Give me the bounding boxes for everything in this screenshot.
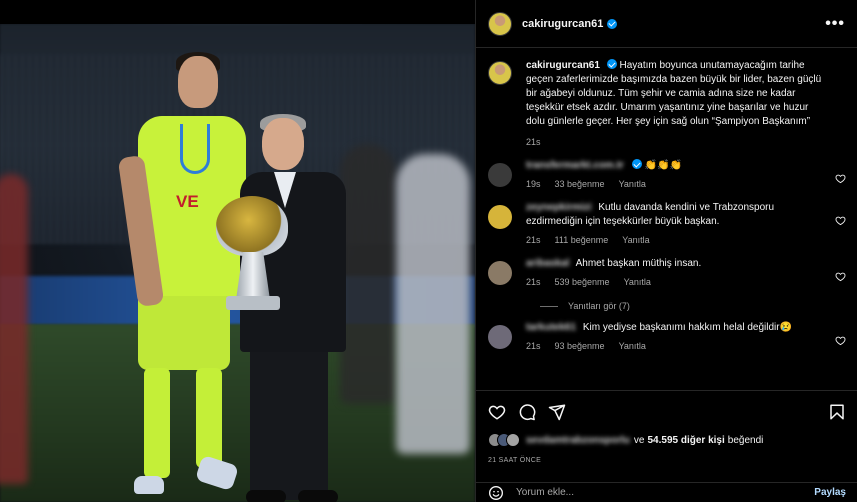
president-head [262, 118, 304, 170]
post-side-panel: cakirugurcan61 ••• cakirugurcan61 Hayatı… [475, 0, 857, 502]
jersey-sponsor-text: VE [176, 192, 199, 211]
commenter-username[interactable]: tarkutek61 [526, 322, 576, 333]
comment-likes[interactable]: 111 beğenme [555, 233, 609, 247]
comment-time[interactable]: 21s [526, 339, 541, 353]
reply-button[interactable]: Yanıtla [624, 275, 651, 289]
caption-time[interactable]: 21s [526, 135, 826, 149]
comment-time[interactable]: 21s [526, 233, 541, 247]
comment-text: Ahmet başkan müthiş insan. [575, 258, 702, 269]
comment-text: Kim yediyse başkanımı hakkım helal değil… [582, 322, 793, 333]
comment-time[interactable]: 21s [526, 275, 541, 289]
liker-avatar [506, 433, 520, 447]
likes-suffix: beğendi [727, 434, 764, 446]
comment-item: aribaskal Ahmet başkan müthiş insan. 21s… [488, 257, 846, 289]
president-shoe [298, 490, 338, 502]
replies-divider [540, 305, 558, 307]
caption-author-avatar[interactable] [488, 61, 512, 85]
president-trousers [250, 350, 328, 500]
comment-item: tarkutek61 Kim yediyse başkanımı hakkım … [488, 321, 846, 353]
comment-time[interactable]: 19s [526, 177, 541, 191]
add-comment-bar: Yorum ekle... Paylaş [476, 482, 857, 502]
comment-bubble-icon[interactable] [518, 403, 536, 421]
emoji-icon[interactable] [488, 485, 504, 501]
comment-likes[interactable]: 33 beğenme [555, 177, 605, 191]
post-header: cakirugurcan61 ••• [476, 0, 857, 48]
comment-text: 👏👏👏 [644, 160, 682, 171]
medal-lanyard [180, 124, 210, 174]
post-comment-button[interactable]: Paylaş [814, 487, 846, 498]
comment-likes[interactable]: 93 beğenme [555, 339, 605, 353]
post-caption: cakirugurcan61 Hayatım boyunca unutamaya… [488, 59, 846, 149]
comment-likes[interactable]: 539 beğenme [555, 275, 610, 289]
reply-button[interactable]: Yanıtla [619, 177, 646, 191]
overlay-top-bar [0, 0, 475, 24]
blurred-person [0, 174, 28, 484]
blurred-person [396, 154, 470, 454]
commenter-avatar[interactable] [488, 163, 512, 187]
trophy-stem [236, 252, 270, 300]
bookmark-icon[interactable] [828, 403, 846, 421]
player-boot [134, 476, 164, 494]
likes-connector: ve [633, 434, 645, 446]
comment-item: zeynepkirmizi Kutlu davanda kendini ve T… [488, 201, 846, 247]
commenter-username[interactable]: zeynepkirmizi [526, 202, 592, 213]
heart-icon[interactable] [835, 335, 846, 346]
commenter-avatar[interactable] [488, 325, 512, 349]
verified-badge-icon [606, 59, 617, 69]
more-options-icon[interactable]: ••• [825, 15, 845, 33]
player-boot [194, 454, 240, 492]
commenter-avatar[interactable] [488, 261, 512, 285]
trophy-base [226, 296, 280, 310]
likes-count[interactable]: 54.595 diğer kişi [647, 435, 724, 446]
player-leg [144, 368, 170, 478]
president-shoe [246, 490, 286, 502]
heart-icon[interactable] [835, 271, 846, 282]
player-leg [196, 368, 222, 468]
author-avatar[interactable] [488, 11, 512, 36]
post-timestamp[interactable]: 21 SAAT ÖNCE [488, 457, 846, 464]
post-photo[interactable]: VE [0, 24, 475, 502]
view-replies-button[interactable]: Yanıtları gör (7) [540, 301, 846, 311]
share-send-icon[interactable] [548, 403, 566, 421]
likes-summary: sevdamtrabzonsporlu ve 54.595 diğer kişi… [488, 433, 846, 447]
verified-badge-icon [631, 159, 642, 169]
commenter-username[interactable]: transfermarkt.com.tr [526, 160, 624, 171]
commenter-avatar[interactable] [488, 205, 512, 229]
author-username[interactable]: cakirugurcan61 [522, 18, 603, 30]
verified-badge-icon [607, 18, 618, 29]
player-head [178, 56, 218, 108]
heart-icon[interactable] [835, 173, 846, 184]
reply-button[interactable]: Yanıtla [619, 339, 646, 353]
comments-list[interactable]: cakirugurcan61 Hayatım boyunca unutamaya… [476, 49, 857, 389]
view-replies-label[interactable]: Yanıtları gör (7) [568, 301, 630, 311]
comment-input[interactable]: Yorum ekle... [516, 487, 574, 498]
trophy-bowl [216, 196, 288, 256]
commenter-username[interactable]: aribaskal [526, 258, 569, 269]
comment-item: transfermarkt.com.tr 👏👏👏 19s 33 beğenme … [488, 159, 846, 191]
liked-by-username[interactable]: sevdamtrabzonsporlu [526, 435, 630, 446]
post-actions: sevdamtrabzonsporlu ve 54.595 diğer kişi… [476, 390, 857, 464]
reply-button[interactable]: Yanıtla [622, 233, 649, 247]
like-heart-icon[interactable] [488, 403, 506, 421]
caption-username[interactable]: cakirugurcan61 [526, 60, 600, 71]
trophy-cup [210, 196, 292, 316]
heart-icon[interactable] [835, 215, 846, 226]
